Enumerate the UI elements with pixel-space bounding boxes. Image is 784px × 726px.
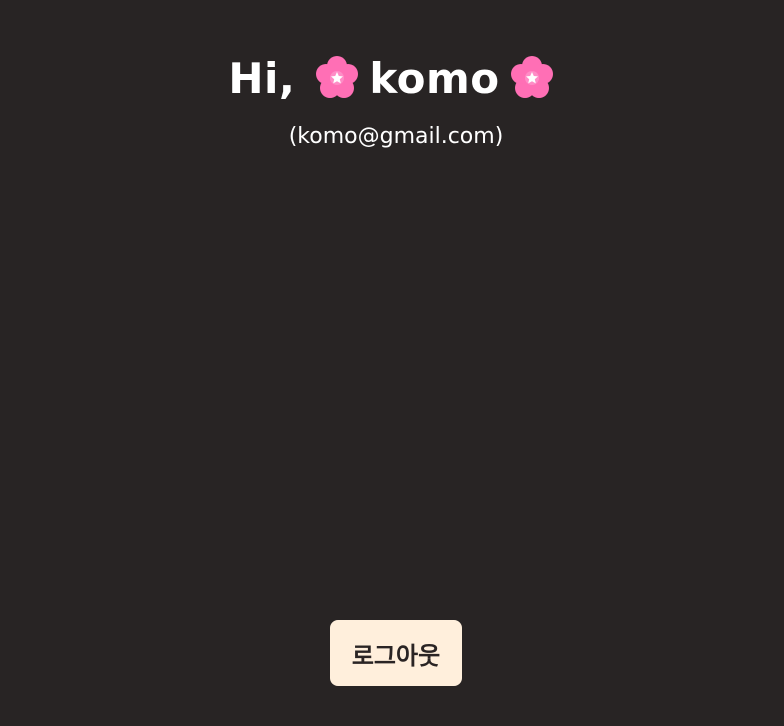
username: komo (369, 53, 500, 103)
greeting-text: Hi, (228, 53, 296, 103)
cherry-blossom-icon (313, 54, 361, 102)
logout-button[interactable]: 로그아웃 (330, 620, 462, 686)
cherry-blossom-icon-left-svg (316, 56, 359, 98)
cherry-blossom-icon (508, 54, 556, 102)
greeting-heading: Hi, komo (0, 48, 784, 108)
cherry-blossom-icon-right-svg (510, 56, 553, 98)
user-email: (komo@gmail.com) (288, 124, 504, 149)
profile-page: Hi, komo (komo@gmail.com) 로그아웃 (0, 0, 784, 726)
